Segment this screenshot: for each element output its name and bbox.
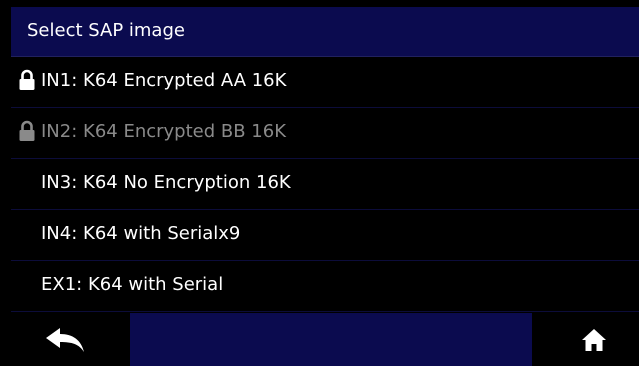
back-button[interactable] bbox=[11, 313, 130, 366]
lock-icon bbox=[19, 120, 35, 141]
list-item-label: IN2: K64 Encrypted BB 16K bbox=[41, 121, 287, 142]
list-item-label: IN4: K64 with Serialx9 bbox=[41, 223, 241, 244]
list-item-label: IN1: K64 Encrypted AA 16K bbox=[41, 70, 287, 91]
back-arrow-icon bbox=[46, 328, 84, 352]
list-item-in3[interactable]: IN3: K64 No Encryption 16K bbox=[11, 159, 639, 210]
list-item-label: EX1: K64 with Serial bbox=[41, 274, 224, 295]
lock-icon bbox=[19, 69, 35, 90]
list-item-ex1[interactable]: EX1: K64 with Serial bbox=[11, 261, 639, 312]
home-button[interactable] bbox=[532, 313, 639, 366]
list-item-in4[interactable]: IN4: K64 with Serialx9 bbox=[11, 210, 639, 261]
image-list: IN1: K64 Encrypted AA 16K IN2: K64 Encry… bbox=[11, 57, 639, 312]
toolbar-status-strip bbox=[130, 313, 532, 366]
bottom-toolbar bbox=[11, 313, 639, 366]
screen: Select SAP image IN1: K64 Encrypted AA 1… bbox=[0, 0, 639, 366]
page-title: Select SAP image bbox=[27, 20, 185, 41]
header-bar: Select SAP image bbox=[11, 7, 639, 57]
home-icon bbox=[582, 329, 606, 351]
list-item-label: IN3: K64 No Encryption 16K bbox=[41, 172, 291, 193]
list-item-in1[interactable]: IN1: K64 Encrypted AA 16K bbox=[11, 57, 639, 108]
list-item-in2[interactable]: IN2: K64 Encrypted BB 16K bbox=[11, 108, 639, 159]
